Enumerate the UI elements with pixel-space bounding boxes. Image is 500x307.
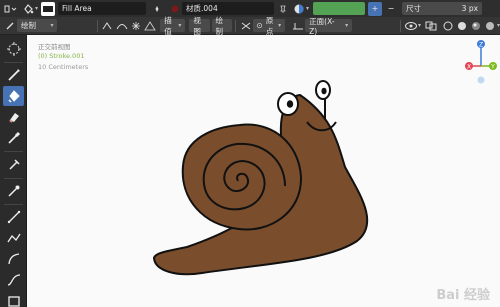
divider [97,19,99,32]
cutter-tool[interactable] [3,155,24,175]
pin-icon[interactable] [276,2,290,16]
header-bar: ▾ Fill Area 材质.004 ▾ + − 尺寸 3 px [0,0,500,17]
divider [4,178,23,179]
shading-solid-icon[interactable] [455,19,469,33]
chevron-down-icon: ▾ [278,22,282,29]
add-icon[interactable]: + [368,1,383,16]
curve-edit-icon[interactable] [115,19,129,33]
snap-icon[interactable] [129,19,143,33]
chevron-down-icon[interactable]: ▾ [35,5,38,12]
divider [234,19,236,32]
cutter-icon [8,159,20,170]
fill-icon [7,90,20,103]
snail-drawing [152,80,369,276]
transform-pivot-icon[interactable] [239,19,253,33]
box-tool[interactable] [3,291,24,307]
cursor-icon [6,42,21,56]
draw-tool[interactable] [3,65,24,85]
cursor-tool[interactable] [3,39,24,59]
remove-icon[interactable]: − [384,2,398,16]
chevron-down-icon: ▾ [178,22,182,29]
3d-viewport[interactable]: 正交前视图 (0) Stroke.001 10 Centimeters Z X … [27,35,500,307]
lock-axis-icon[interactable] [143,19,157,33]
divider [400,19,401,32]
stroke-placement-label: 描值 [164,15,172,36]
mode-label: 绘制 [21,21,36,30]
erase-tool[interactable] [3,107,24,127]
tint-icon [7,131,20,144]
tool-shelf [0,35,27,307]
polyline-icon [6,233,21,243]
mode-dropdown[interactable]: 绘制 ▾ [17,19,58,32]
arc-icon [7,253,19,265]
watermark: Bai 经验 [436,288,490,303]
orientation-label: 正面(X-Z) [309,16,335,36]
editor-type-icon [4,5,17,12]
draw-icon [7,69,20,81]
chevron-down-icon: ▾ [50,22,54,29]
shading-wireframe-icon[interactable] [441,19,455,33]
eyedropper-tool[interactable] [3,181,24,201]
brush-preview-icon[interactable] [41,1,56,16]
material-slot-icon[interactable] [292,2,306,16]
box-icon [7,296,20,307]
editor-type-button[interactable] [3,2,17,16]
tint-tool[interactable] [3,128,24,148]
mode-icon [3,19,17,33]
size-label: 尺寸 [406,4,422,13]
multiframe-icon[interactable] [101,19,115,33]
curve-tool[interactable] [3,270,24,290]
fill-tool[interactable] [3,86,24,106]
overlay-icon[interactable] [404,19,418,33]
line-icon [7,210,20,224]
menu-view[interactable]: 视图 [189,16,210,36]
menu-draw[interactable]: 绘制 [211,16,232,36]
divider [4,204,23,205]
shading-material-icon[interactable] [469,19,483,33]
right-pupil [321,87,327,95]
orientation-dropdown[interactable]: 正面(X-Z) ▾ [305,17,353,36]
erase-icon [8,113,19,123]
material-field[interactable]: 材质.004 [182,2,275,15]
tool-header: 绘制 ▾ 描值 ▾ 视图 绘制 ⊙ 原点 ▾ 正面(X-Z) ▾ ▾ ▾ [0,16,500,36]
arc-tool[interactable] [3,249,24,269]
left-pupil [286,100,294,108]
size-value: 3 px [461,4,479,13]
size-field[interactable]: 尺寸 3 px [402,2,483,15]
fake-user-icon[interactable] [150,2,164,16]
origin-icon: ⊙ [256,21,263,30]
xray-icon[interactable] [424,19,438,33]
chevron-down-icon[interactable]: ▾ [418,22,421,29]
material-dot-icon [168,2,182,16]
shading-rendered-icon[interactable] [483,19,497,33]
divider [4,62,23,63]
stroke-placement-dropdown[interactable]: 描值 ▾ [160,16,186,36]
curve-icon [7,274,20,286]
polyline-tool[interactable] [3,228,24,248]
brush-name-field[interactable]: Fill Area [58,2,147,15]
divider [4,151,23,152]
line-tool[interactable] [3,207,24,227]
fill-tool-icon[interactable] [21,2,35,16]
origin-dropdown[interactable]: ⊙ 原点 ▾ [252,16,286,36]
orientation-icon[interactable] [291,19,305,33]
eyedropper-icon [7,185,19,197]
origin-label: 原点 [265,15,274,36]
chevron-down-icon[interactable]: ▾ [306,5,309,12]
chevron-down-icon: ▾ [345,22,349,29]
material-color-swatch[interactable] [313,2,366,15]
